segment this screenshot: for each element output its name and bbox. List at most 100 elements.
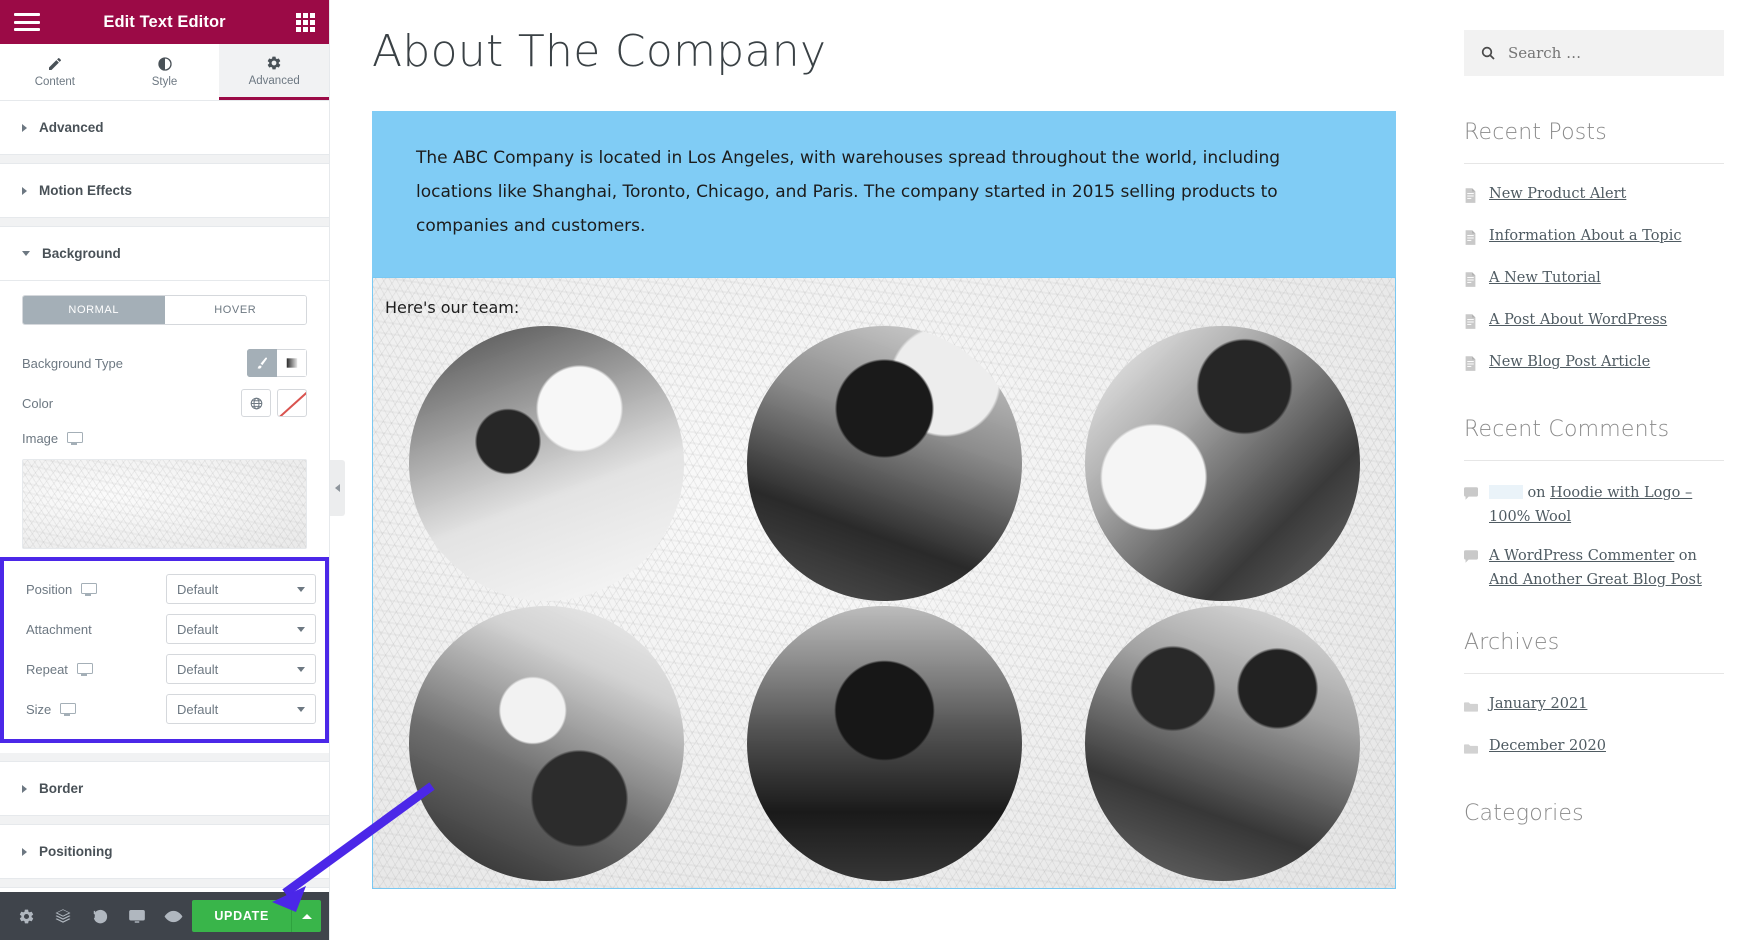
section-positioning[interactable]: Positioning: [0, 825, 329, 879]
state-normal-button[interactable]: NORMAL: [23, 296, 165, 324]
widget-divider: [1464, 163, 1724, 164]
tab-style[interactable]: Style: [109, 44, 220, 100]
search-widget[interactable]: [1464, 30, 1724, 76]
gradient-icon[interactable]: [277, 349, 307, 377]
list-item[interactable]: A WordPress Commenter on And Another Gre…: [1464, 544, 1724, 592]
text-editor-paragraph: The ABC Company is located in Los Angele…: [416, 147, 1281, 236]
archive-link[interactable]: December 2020: [1489, 736, 1606, 758]
widget-recent-posts: Recent Posts New Product Alert Informati…: [1464, 120, 1724, 379]
panel-footer: UPDATE: [0, 892, 329, 940]
elementor-editor-app: Edit Text Editor Content Style Advanced …: [0, 0, 1752, 940]
repeat-select[interactable]: Default: [166, 654, 316, 684]
position-select[interactable]: Default: [166, 574, 316, 604]
panel-body: Advanced Motion Effects Background NORMA…: [0, 101, 329, 892]
background-image-row: Image: [22, 423, 307, 453]
state-hover-button[interactable]: HOVER: [164, 296, 306, 324]
chevron-down-icon: [297, 706, 305, 712]
archive-link[interactable]: January 2021: [1489, 694, 1587, 716]
widget-divider: [1464, 673, 1724, 674]
list-item[interactable]: on Hoodie with Logo – 100% Wool: [1464, 481, 1724, 529]
section-positioning-label: Positioning: [39, 844, 113, 859]
chevron-right-icon: [22, 847, 27, 856]
tab-content[interactable]: Content: [0, 44, 110, 100]
comment-on-word: on: [1678, 548, 1697, 564]
document-icon: [1464, 229, 1478, 253]
section-divider: [0, 155, 329, 164]
chevron-right-icon: [22, 784, 27, 793]
background-section-body: NORMAL HOVER Background Type Color Image…: [0, 281, 329, 753]
section-divider: [0, 816, 329, 825]
list-item[interactable]: A New Tutorial: [1464, 268, 1724, 295]
team-photo-grid: [373, 325, 1395, 886]
position-label: Position: [26, 581, 73, 597]
team-member-photo: [408, 605, 684, 881]
settings-gear-icon[interactable]: [8, 892, 45, 940]
section-background[interactable]: Background: [0, 227, 329, 281]
apps-grid-icon[interactable]: [296, 13, 315, 32]
section-divider: [0, 753, 329, 762]
preview-eye-icon[interactable]: [155, 892, 192, 940]
section-background-label: Background: [42, 246, 121, 261]
position-control: Default: [166, 574, 316, 604]
responsive-device-icon[interactable]: [81, 582, 98, 596]
section-divider: [0, 218, 329, 227]
responsive-device-icon[interactable]: [76, 662, 93, 676]
panel-collapse-toggle[interactable]: [330, 460, 345, 516]
recent-post-link[interactable]: Information About a Topic: [1489, 226, 1681, 248]
attachment-select[interactable]: Default: [166, 614, 316, 644]
search-icon: [1481, 46, 1495, 60]
team-member-photo: [408, 325, 684, 601]
responsive-device-icon[interactable]: [60, 702, 77, 716]
section-border-label: Border: [39, 781, 84, 796]
classic-brush-icon[interactable]: [247, 349, 277, 377]
color-label-wrap: Color: [22, 396, 162, 411]
navigator-layers-icon[interactable]: [45, 892, 82, 940]
section-advanced[interactable]: Advanced: [0, 101, 329, 155]
list-item[interactable]: December 2020: [1464, 736, 1724, 763]
list-item[interactable]: A Post About WordPress: [1464, 310, 1724, 337]
size-select-value: Default: [177, 701, 219, 717]
section-border[interactable]: Border: [0, 762, 329, 816]
image-label-wrap: Image: [22, 431, 162, 446]
update-options-button[interactable]: [291, 900, 321, 932]
background-image-preview[interactable]: [22, 459, 307, 549]
panel-title: Edit Text Editor: [103, 12, 226, 31]
responsive-mode-icon[interactable]: [119, 892, 156, 940]
panel-header: Edit Text Editor: [0, 0, 329, 44]
list-item[interactable]: Information About a Topic: [1464, 226, 1724, 253]
size-select[interactable]: Default: [166, 694, 316, 724]
tab-content-label: Content: [34, 76, 75, 88]
text-editor-widget[interactable]: The ABC Company is located in Los Angele…: [372, 110, 1396, 277]
background-repeat-row: Repeat Default: [26, 649, 316, 689]
hamburger-icon[interactable]: [14, 13, 40, 31]
recent-post-link[interactable]: New Blog Post Article: [1489, 352, 1650, 374]
position-label-wrap: Position: [26, 582, 166, 597]
responsive-device-icon[interactable]: [67, 431, 84, 445]
list-item[interactable]: New Product Alert: [1464, 184, 1724, 211]
recent-post-link[interactable]: A New Tutorial: [1489, 268, 1601, 290]
history-revisions-icon[interactable]: [82, 892, 119, 940]
no-color-icon[interactable]: [277, 389, 307, 417]
recent-post-link[interactable]: New Product Alert: [1489, 184, 1626, 206]
attachment-label: Attachment: [26, 621, 92, 637]
comment-post-link[interactable]: And Another Great Blog Post: [1489, 572, 1702, 588]
team-section[interactable]: Here's our team:: [372, 276, 1396, 889]
image-label: Image: [22, 430, 59, 446]
document-icon: [1464, 355, 1478, 379]
position-select-value: Default: [177, 581, 219, 597]
search-input[interactable]: [1508, 44, 1708, 62]
team-label: Here's our team:: [385, 297, 520, 317]
chevron-down-icon: [297, 586, 305, 592]
comment-author-link[interactable]: A WordPress Commenter: [1489, 548, 1674, 564]
tab-advanced[interactable]: Advanced: [219, 44, 330, 100]
folder-icon: [1464, 697, 1478, 721]
repeat-select-value: Default: [177, 661, 219, 677]
recent-post-link[interactable]: A Post About WordPress: [1489, 310, 1667, 332]
update-button[interactable]: UPDATE: [192, 900, 291, 932]
list-item[interactable]: January 2021: [1464, 694, 1724, 721]
section-motion-effects[interactable]: Motion Effects: [0, 164, 329, 218]
widget-divider: [1464, 460, 1724, 461]
globe-icon[interactable]: [241, 389, 271, 417]
comment-text: A WordPress Commenter on And Another Gre…: [1489, 544, 1724, 592]
list-item[interactable]: New Blog Post Article: [1464, 352, 1724, 379]
